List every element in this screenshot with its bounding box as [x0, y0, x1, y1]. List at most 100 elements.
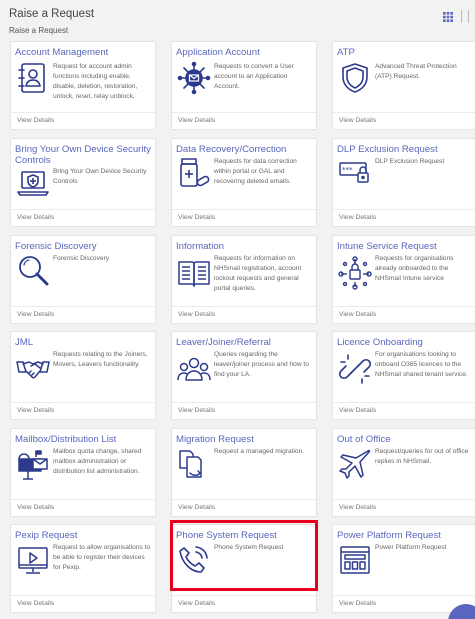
card-atp[interactable]: ATP Advanced Threat Protection (ATP) Req… — [332, 41, 475, 130]
card-pexip-request[interactable]: Pexip Request Request to allow organisat… — [10, 524, 156, 613]
card-footer: View Details — [11, 306, 155, 323]
card-description: Requests relating to the Joiners, Movers… — [53, 351, 148, 368]
card-description: Power Platform Request — [375, 544, 447, 551]
card-title: Phone System Request — [176, 530, 277, 541]
card-footer: View Details — [172, 209, 316, 226]
view-details-link[interactable]: View Details — [178, 311, 215, 318]
view-details-link[interactable]: View Details — [17, 117, 54, 124]
handshake-icon — [16, 352, 50, 386]
laptop-shield-icon — [16, 166, 50, 200]
card-forensic-discovery[interactable]: Forensic Discovery Forensic Discovery Vi… — [10, 235, 156, 324]
card-description: DLP Exclusion Request — [375, 158, 445, 165]
view-details-link[interactable]: View Details — [17, 214, 54, 221]
page-title: Raise a Request — [9, 8, 95, 20]
card-footer: View Details — [11, 595, 155, 612]
phone-ringing-icon — [177, 543, 211, 577]
view-details-link[interactable]: View Details — [339, 117, 376, 124]
card-licence-onboarding[interactable]: Licence Onboarding For organisations loo… — [332, 331, 475, 420]
card-footer: View Details — [172, 402, 316, 419]
network-lock-icon — [338, 256, 372, 290]
card-information[interactable]: Information Requests for information on … — [171, 235, 317, 324]
view-details-link[interactable]: View Details — [339, 407, 376, 414]
card-title: Data Recovery/Correction — [176, 144, 287, 155]
password-lock-icon: *** — [338, 156, 372, 190]
view-details-link[interactable]: View Details — [339, 600, 376, 607]
card-title: Licence Onboarding — [337, 337, 423, 348]
card-title: Power Platform Request — [337, 530, 441, 541]
view-details-link[interactable]: View Details — [17, 504, 54, 511]
card-power-platform-request[interactable]: Power Platform Request Power Platform Re… — [332, 524, 475, 613]
card-description: Request a managed migration. — [214, 448, 305, 455]
card-footer: View Details — [333, 499, 475, 516]
card-description: Requests for data correction within port… — [214, 158, 297, 185]
card-description: Phone System Request — [214, 544, 284, 551]
card-title: Forensic Discovery — [15, 241, 97, 252]
card-jml[interactable]: JML Requests relating to the Joiners, Mo… — [10, 331, 156, 420]
card-title: Account Management — [15, 47, 109, 58]
card-title: Migration Request — [176, 434, 254, 445]
card-account-management[interactable]: Account Management Request for account a… — [10, 41, 156, 130]
card-description: Requests for organisations already onboa… — [375, 255, 454, 282]
card-description: Request/queries for out of office replie… — [375, 448, 469, 465]
view-details-link[interactable]: View Details — [178, 214, 215, 221]
people-group-icon — [177, 352, 211, 386]
card-title: ATP — [337, 47, 355, 58]
card-leaver-joiner-referral[interactable]: Leaver/Joiner/Referral Queries regarding… — [171, 331, 317, 420]
card-title: Intune Service Request — [337, 241, 437, 252]
card-title: JML — [15, 337, 34, 348]
view-details-link[interactable]: View Details — [178, 600, 215, 607]
magnifier-icon — [16, 253, 50, 287]
view-details-link[interactable]: View Details — [178, 504, 215, 511]
card-footer: View Details — [333, 112, 475, 129]
grid-icon[interactable] — [443, 12, 453, 22]
card-footer: View Details — [11, 209, 155, 226]
card-footer: View Details — [172, 499, 316, 516]
card-description: Forensic Discovery — [53, 255, 110, 262]
card-footer: View Details — [333, 209, 475, 226]
view-details-link[interactable]: View Details — [178, 407, 215, 414]
card-description: Advanced Threat Protection (ATP) Request… — [375, 63, 457, 80]
view-details-link[interactable]: View Details — [339, 311, 376, 318]
mailbox-icon — [16, 447, 50, 481]
card-migration-request[interactable]: Migration Request Request a managed migr… — [171, 428, 317, 517]
header-divider — [461, 10, 462, 23]
card-description: Bring Your Own Device Security Controls — [53, 168, 147, 185]
card-footer: View Details — [11, 499, 155, 516]
link-icon — [338, 352, 372, 386]
video-monitor-icon — [16, 543, 50, 577]
view-details-link[interactable]: View Details — [339, 504, 376, 511]
breadcrumb[interactable]: Raise a Request — [9, 26, 68, 35]
card-footer: View Details — [172, 112, 316, 129]
card-out-of-office[interactable]: Out of Office Request/queries for out of… — [332, 428, 475, 517]
card-footer: View Details — [11, 402, 155, 419]
header-divider — [468, 10, 469, 23]
card-dlp-exclusion[interactable]: DLP Exclusion Request *** DLP Exclusion … — [332, 138, 475, 227]
card-footer: View Details — [333, 402, 475, 419]
medicine-bottle-icon — [177, 156, 211, 190]
view-details-link[interactable]: View Details — [17, 311, 54, 318]
card-phone-system-request[interactable]: Phone System Request Phone System Reques… — [171, 524, 317, 613]
svg-text:***: *** — [342, 166, 353, 174]
card-data-recovery[interactable]: Data Recovery/Correction Requests for da… — [171, 138, 317, 227]
card-mailbox-distribution[interactable]: Mailbox/Distribution List Mailbox quota … — [10, 428, 156, 517]
airplane-icon — [338, 447, 372, 481]
card-footer: View Details — [11, 112, 155, 129]
card-title: Leaver/Joiner/Referral — [176, 337, 271, 348]
card-intune-service[interactable]: Intune Service Request Requests for orga… — [332, 235, 475, 324]
card-description: For organisations looking to onboard O36… — [375, 351, 468, 378]
view-details-link[interactable]: View Details — [339, 214, 376, 221]
card-title: Application Account — [176, 47, 260, 58]
card-footer: View Details — [172, 306, 316, 323]
view-details-link[interactable]: View Details — [17, 407, 54, 414]
card-title: Bring Your Own Device Security Controls — [15, 144, 151, 166]
card-title: Out of Office — [337, 434, 391, 445]
card-description: Request to allow organisations to be abl… — [53, 544, 151, 571]
card-description: Queries regarding the leaver/joiner proc… — [214, 351, 309, 378]
view-details-link[interactable]: View Details — [178, 117, 215, 124]
view-details-link[interactable]: View Details — [17, 600, 54, 607]
card-footer: View Details — [333, 306, 475, 323]
card-description: Request for account admin functions incl… — [53, 63, 138, 100]
card-application-account[interactable]: Application Account Requests to convert … — [171, 41, 317, 130]
app-window-icon — [338, 543, 372, 577]
card-byod-security[interactable]: Bring Your Own Device Security Controls … — [10, 138, 156, 227]
